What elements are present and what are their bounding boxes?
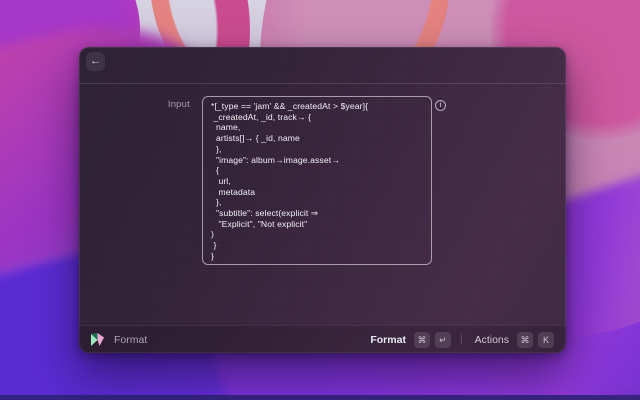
query-input-editor[interactable]: *[_type == 'jam' && _createdAt > $year]{… [202, 96, 432, 265]
raycast-window: ← Input *[_type == 'jam' && _createdAt >… [79, 47, 566, 353]
query-code-text: *[_type == 'jam' && _createdAt > $year]{… [211, 101, 369, 264]
header-divider [79, 83, 566, 84]
cmd-key-icon: ⌘ [517, 331, 533, 348]
format-action-button[interactable]: Format [370, 334, 406, 346]
format-extension-icon [91, 332, 104, 346]
return-key-icon: ↵ [434, 331, 451, 348]
cmd-key-icon: ⌘ [413, 331, 430, 348]
window-header: ← [79, 47, 566, 83]
back-button[interactable]: ← [86, 52, 105, 71]
input-field-label: Input [167, 99, 190, 110]
k-key-icon: K [538, 331, 554, 348]
footer-separator: | [459, 334, 463, 345]
footer-action-bar: Format Format ⌘ ↵ | Actions ⌘ K [79, 325, 566, 353]
info-icon[interactable]: i [435, 100, 446, 111]
footer-extension: Format [91, 332, 148, 347]
wallpaper-shape [0, 395, 640, 400]
actions-menu-button[interactable]: Actions [475, 334, 509, 346]
footer-actions: Format ⌘ ↵ | Actions ⌘ K [370, 331, 554, 348]
back-arrow-icon: ← [90, 55, 101, 67]
footer-extension-label: Format [114, 333, 148, 346]
